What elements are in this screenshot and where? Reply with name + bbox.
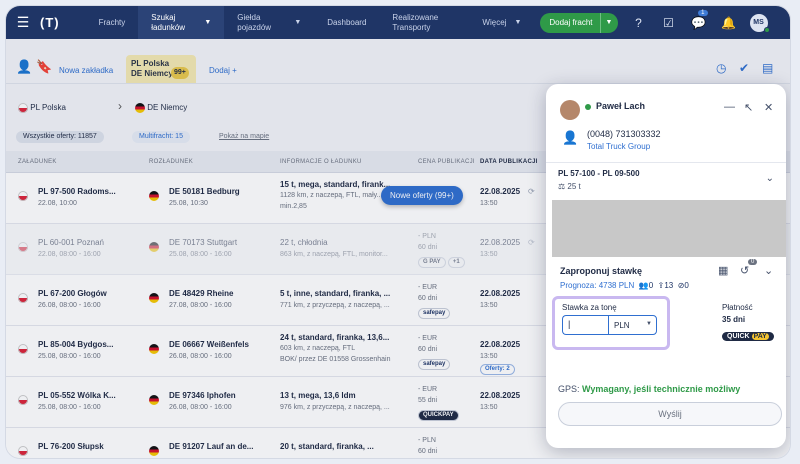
payment-days: 35 dni xyxy=(722,315,746,324)
filter-all-offers[interactable]: Wszystkie oferty: 11857 xyxy=(16,131,104,143)
logo[interactable]: (T) xyxy=(40,15,60,30)
minimize-icon[interactable]: — xyxy=(724,101,735,113)
add-freight-button[interactable]: Dodaj fracht ▼ xyxy=(540,12,618,33)
forecast[interactable]: Prognoza: 4738 PLN xyxy=(560,281,634,290)
route-from[interactable]: PL Polska xyxy=(18,103,66,113)
users-icon: 👥 xyxy=(636,281,649,290)
nav-item-frachty[interactable]: Frachty xyxy=(86,6,139,39)
safepay-badge: safepay xyxy=(418,359,451,370)
bookmark-icon[interactable]: 🔖 xyxy=(36,59,52,75)
offers-badge[interactable]: Oferty: 2 xyxy=(480,364,515,375)
new-tab-link[interactable]: Nowa zakładka xyxy=(59,66,113,75)
send-button[interactable]: Wyślij xyxy=(558,402,782,426)
tabs-strip: 👤 🔖 Nowa zakładka PL Polska DE Niemcy 99… xyxy=(6,39,790,83)
col-informacje[interactable]: INFORMACJE O ŁADUNKU xyxy=(280,159,362,165)
tab-count-badge: 99+ xyxy=(171,67,189,79)
archive-icon[interactable]: ▤ xyxy=(762,61,773,75)
flag-de-icon xyxy=(149,395,159,405)
col-data-publikacji[interactable]: DATA PUBLIKACJI xyxy=(480,159,538,165)
show-on-map-link[interactable]: Pokaż na mapie xyxy=(212,131,276,143)
flag-de-icon xyxy=(149,293,159,303)
arrow-right-icon: › xyxy=(118,99,122,113)
nav-item-wiecej[interactable]: Więcej ▼ xyxy=(469,6,534,39)
route-map[interactable] xyxy=(552,200,786,257)
new-offers-button[interactable]: Nowe oferty (99+) xyxy=(381,186,463,205)
flag-pl-icon xyxy=(18,344,28,354)
menu-icon[interactable]: ☰ xyxy=(10,6,36,39)
flag-pl-icon xyxy=(18,242,28,252)
contact-phone[interactable]: (0048) 731303332 xyxy=(587,129,661,139)
payment-label: Płatność xyxy=(722,303,753,312)
check-circle-icon[interactable]: ✔ xyxy=(739,61,749,75)
user-icon[interactable]: 👤 xyxy=(16,59,32,75)
add-tab-link[interactable]: Dodaj + xyxy=(209,66,237,75)
chevron-down-icon[interactable]: ⌄ xyxy=(764,264,773,277)
flag-pl-icon xyxy=(18,446,28,456)
chevron-down-icon: ▼ xyxy=(294,18,302,26)
rate-label: Stawka za tonę xyxy=(562,303,617,312)
currency-select[interactable]: PLN ▼ xyxy=(608,315,657,335)
flag-pl-icon xyxy=(18,191,28,201)
gps-requirement: GPS: Wymagany, jeśli technicznie możliwy xyxy=(558,384,741,394)
close-icon[interactable]: ✕ xyxy=(764,101,773,114)
rate-input[interactable]: | xyxy=(562,315,608,335)
flag-pl-icon xyxy=(18,103,28,113)
flag-pl-icon xyxy=(18,293,28,303)
refresh-icon[interactable]: ⟳ xyxy=(528,186,535,197)
flag-de-icon xyxy=(149,344,159,354)
chevron-down-icon[interactable]: ▼ xyxy=(599,12,618,33)
person-add-icon[interactable]: 👤 xyxy=(562,130,578,146)
col-cena[interactable]: CENA PUBLIKACJI xyxy=(418,159,475,165)
col-rozladunek[interactable]: ROZŁADUNEK xyxy=(149,159,193,165)
flag-de-icon xyxy=(149,191,159,201)
quickpay-badge: QUICKPAY xyxy=(418,410,459,421)
propose-rate-title: Zaproponuj stawkę xyxy=(560,266,643,276)
chevron-down-icon: ▼ xyxy=(514,18,522,26)
chevron-down-icon[interactable]: ⌄ xyxy=(766,173,774,184)
panel-header: Paweł Lach — ↖ ✕ 👤 (0048) 731303332 Tota… xyxy=(546,84,786,162)
avatar[interactable]: MS xyxy=(749,13,770,33)
expand-icon[interactable]: ↖ xyxy=(744,101,753,114)
calculator-icon[interactable]: ▦ xyxy=(718,264,728,277)
contact-company[interactable]: Total Truck Group xyxy=(587,142,650,151)
bell-icon[interactable]: 🔔 xyxy=(714,6,744,39)
chevron-down-icon: ▼ xyxy=(204,18,212,26)
online-dot xyxy=(763,26,770,33)
safepay-badge: safepay xyxy=(418,308,451,319)
flag-de-icon xyxy=(149,242,159,252)
panel-route[interactable]: PL 57-100 - PL 09-500 ⚖ 25 t ⌄ xyxy=(546,162,786,200)
chat-icon[interactable]: 💬 1 xyxy=(684,6,714,39)
contact-avatar xyxy=(560,100,580,120)
route-to[interactable]: DE Niemcy xyxy=(135,103,187,113)
chevron-down-icon: ▼ xyxy=(646,321,652,327)
tab-pl-de[interactable]: PL Polska DE Niemcy 99+ xyxy=(126,55,196,83)
quickpay-badge: QUICKPAY xyxy=(722,332,774,341)
chat-badge: 1 xyxy=(698,10,708,16)
top-navbar: ☰ (T) Frachty Szukaj ładunków ▼ Giełda po… xyxy=(6,6,790,39)
help-icon[interactable]: ? xyxy=(624,6,654,39)
nav-item-dashboard[interactable]: Dashboard xyxy=(314,6,379,39)
history-icon[interactable]: ↺ 0 xyxy=(740,259,758,277)
online-dot xyxy=(585,104,591,110)
more-badge: +1 xyxy=(447,257,465,268)
refresh-icon[interactable]: ⟳ xyxy=(528,237,535,248)
checklist-icon[interactable]: ☑ xyxy=(654,6,684,39)
gpay-badge: G PAY xyxy=(418,257,446,268)
nav-item-realizowane-transporty[interactable]: Realizowane Transporty xyxy=(379,6,469,39)
flag-de-icon xyxy=(149,446,159,456)
flag-de-icon xyxy=(135,103,145,113)
flag-pl-icon xyxy=(18,395,28,405)
clock-icon[interactable]: ◷ xyxy=(716,61,726,75)
offer-detail-panel: Paweł Lach — ↖ ✕ 👤 (0048) 731303332 Tota… xyxy=(546,84,786,448)
nav-item-gielda-pojazdow[interactable]: Giełda pojazdów ▼ xyxy=(224,6,314,39)
contact-name: Paweł Lach xyxy=(596,101,646,111)
filter-multifreight[interactable]: Multifracht: 15 xyxy=(132,131,190,143)
weight-icon: ⚖ xyxy=(558,182,566,191)
nav-item-szukaj-ladunkow[interactable]: Szukaj ładunków ▼ xyxy=(138,6,225,39)
panel-stats: Prognoza: 4738 PLN 👥0 ⇪13 ⊘0 xyxy=(560,281,689,290)
upload-icon: ⇪ xyxy=(655,281,665,290)
col-zaladunek[interactable]: ZAŁADUNEK xyxy=(18,159,57,165)
app-window: ☰ (T) Frachty Szukaj ładunków ▼ Giełda po… xyxy=(6,6,790,458)
